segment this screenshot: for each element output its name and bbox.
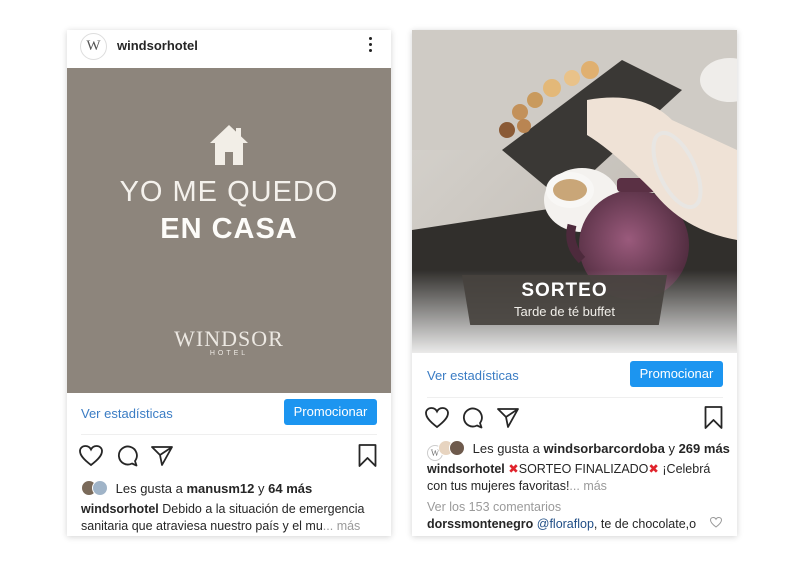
heart-icon[interactable] xyxy=(425,407,449,429)
likes-and: y xyxy=(258,481,265,496)
comment-icon[interactable] xyxy=(116,445,138,467)
likes-count[interactable]: 269 más xyxy=(679,441,730,456)
likes-prefix: Les gusta a xyxy=(472,441,540,456)
red-x-mark: ✖ xyxy=(648,462,659,476)
comment-like-icon[interactable] xyxy=(710,517,722,528)
house-icon xyxy=(210,125,248,165)
share-icon[interactable] xyxy=(497,408,519,428)
comment-username[interactable]: dorssmontenegro xyxy=(427,517,533,531)
likes-user[interactable]: manusm12 xyxy=(186,481,254,496)
giveaway-banner: SORTEO Tarde de té buffet xyxy=(462,275,667,325)
divider xyxy=(81,434,377,435)
promo-headline-line1: YO ME QUEDO xyxy=(119,176,339,208)
post-image[interactable]: YO ME QUEDO EN CASA WINDSOR HOTEL xyxy=(67,68,391,393)
likes-count[interactable]: 64 más xyxy=(268,481,312,496)
post-card-1: W windsorhotel YO ME QUEDO EN CASA WINDS… xyxy=(67,30,391,536)
likes-row: W Les gusta a windsorbarcordoba y 269 má… xyxy=(427,440,730,461)
view-insights-link[interactable]: Ver estadísticas xyxy=(81,406,173,421)
avatar[interactable]: W xyxy=(80,33,107,60)
red-x-mark: ✖ xyxy=(508,462,519,476)
brand-logo: WINDSOR xyxy=(174,326,284,351)
banner-title: SORTEO xyxy=(521,280,608,301)
share-icon[interactable] xyxy=(151,446,173,466)
liker-avatar xyxy=(92,480,108,496)
caption: windsorhotel Debido a la situación de em… xyxy=(81,501,381,535)
promote-button[interactable]: Promocionar xyxy=(630,361,723,387)
post-card-2: SORTEO Tarde de té buffet Ver estadístic… xyxy=(412,30,737,536)
promote-button[interactable]: Promocionar xyxy=(284,399,377,425)
view-insights-link[interactable]: Ver estadísticas xyxy=(427,368,519,383)
bookmark-icon[interactable] xyxy=(358,444,377,467)
comment-text: , te de chocolate,o xyxy=(593,517,697,531)
comment-icon[interactable] xyxy=(461,407,483,429)
username[interactable]: windsorhotel xyxy=(117,38,198,53)
brand-logo-sub: HOTEL xyxy=(209,350,249,357)
caption-text-a: SORTEO FINALIZADO xyxy=(518,462,649,476)
view-comments-link[interactable]: Ver los 153 comentarios xyxy=(427,499,561,516)
promo-headline-line2: EN CASA xyxy=(160,213,298,245)
likes-and: y xyxy=(668,441,675,456)
post-image[interactable]: SORTEO Tarde de té buffet xyxy=(412,30,737,353)
bookmark-icon[interactable] xyxy=(704,406,723,429)
liker-avatar xyxy=(449,440,465,456)
caption-more-link[interactable]: ... más xyxy=(323,519,361,533)
more-options-icon[interactable] xyxy=(369,37,373,55)
caption-username[interactable]: windsorhotel xyxy=(427,462,505,476)
banner-subtitle: Tarde de té buffet xyxy=(514,304,615,319)
likes-row: Les gusta a manusm12 y 64 más xyxy=(81,480,312,496)
comment-mention[interactable]: @floraflop xyxy=(537,517,594,531)
divider xyxy=(427,397,723,398)
caption-username[interactable]: windsorhotel xyxy=(81,502,159,516)
comment-row: dorssmontenegro @floraflop, te de chocol… xyxy=(427,516,707,533)
heart-icon[interactable] xyxy=(79,445,103,467)
likes-prefix: Les gusta a xyxy=(115,481,183,496)
post-header: W windsorhotel xyxy=(67,30,391,68)
caption: windsorhotel ✖SORTEO FINALIZADO✖ ¡Celebr… xyxy=(427,461,727,495)
likes-user[interactable]: windsorbarcordoba xyxy=(543,441,664,456)
caption-more-link[interactable]: ... más xyxy=(569,479,607,493)
